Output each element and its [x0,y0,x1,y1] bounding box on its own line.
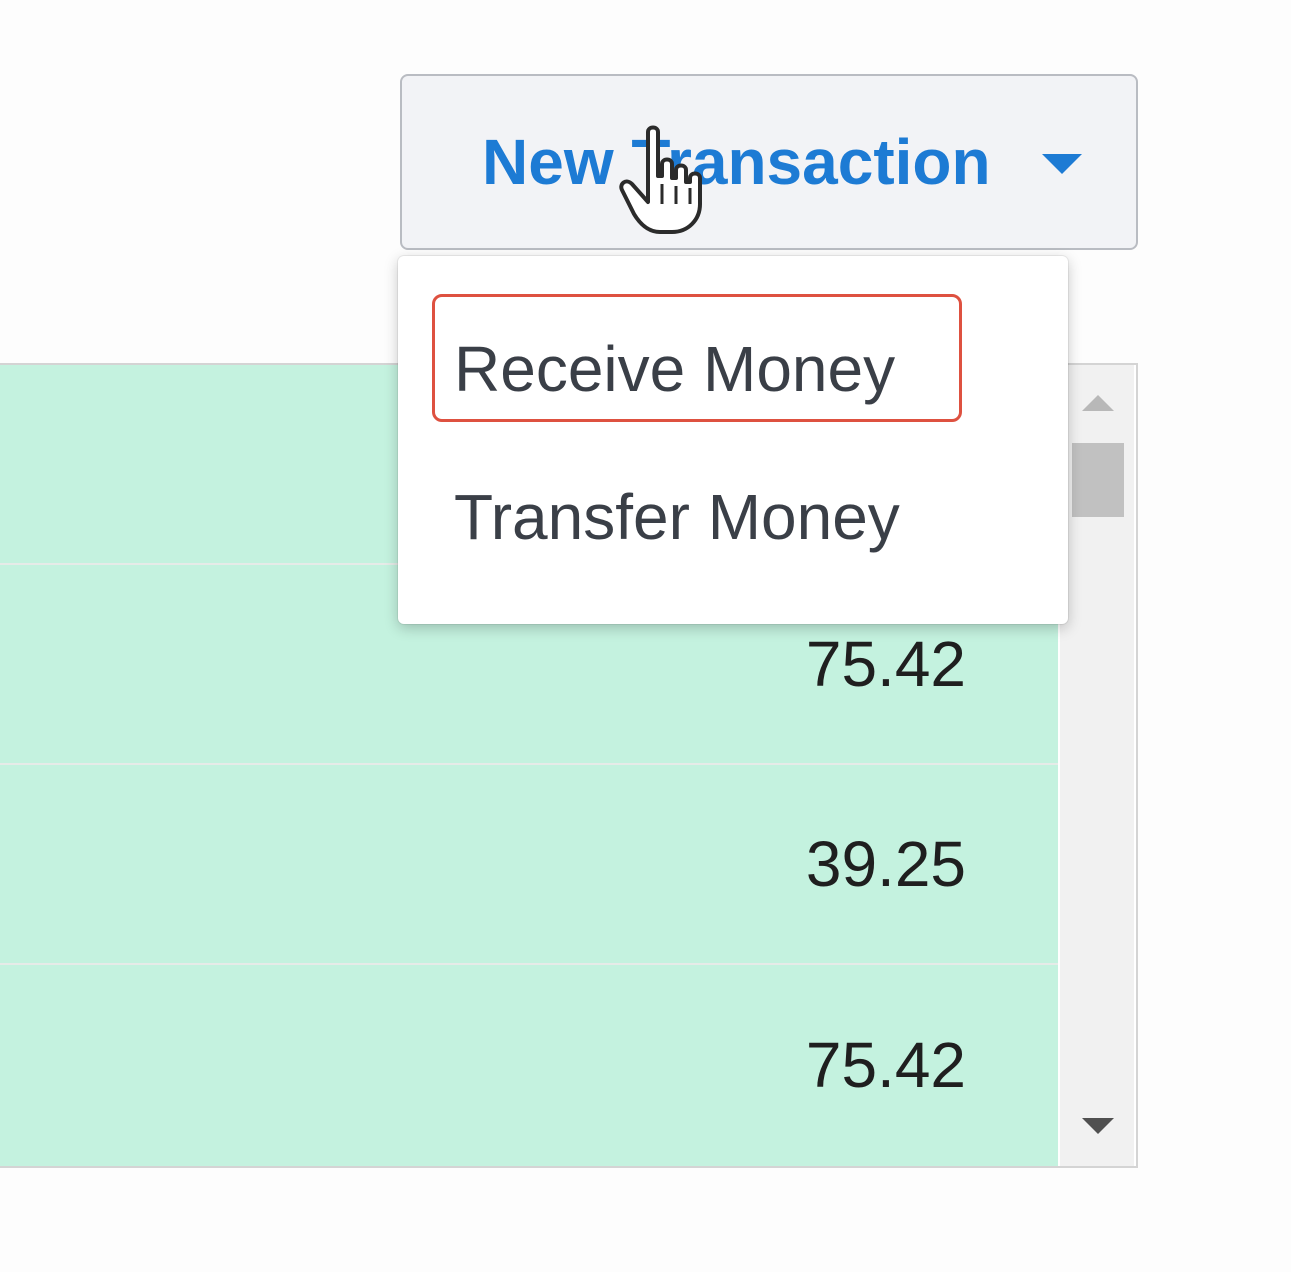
new-transaction-dropdown: Receive Money Transfer Money [398,256,1068,624]
scroll-down-arrow-icon[interactable] [1060,1106,1134,1146]
scrollbar-thumb[interactable] [1072,443,1124,517]
caret-down-icon [1042,154,1082,174]
menu-item-receive-money[interactable]: Receive Money [454,332,895,406]
new-transaction-label: New Transaction [482,126,991,198]
amount-cell: 75.42 [805,1029,966,1101]
hand-pointer-icon [619,125,702,234]
menu-item-transfer-money[interactable]: Transfer Money [454,480,900,554]
vertical-scrollbar[interactable] [1060,365,1134,1166]
scroll-up-arrow-icon[interactable] [1060,383,1134,423]
table-row[interactable]: 75.42 [0,965,1058,1165]
new-transaction-button[interactable]: New Transaction [400,74,1138,250]
amount-cell: 39.25 [805,828,966,900]
amount-cell: 75.42 [805,628,966,700]
page: 75.42 39.25 75.42 New Transaction Receiv… [0,0,1291,1272]
table-row[interactable]: 39.25 [0,765,1058,965]
